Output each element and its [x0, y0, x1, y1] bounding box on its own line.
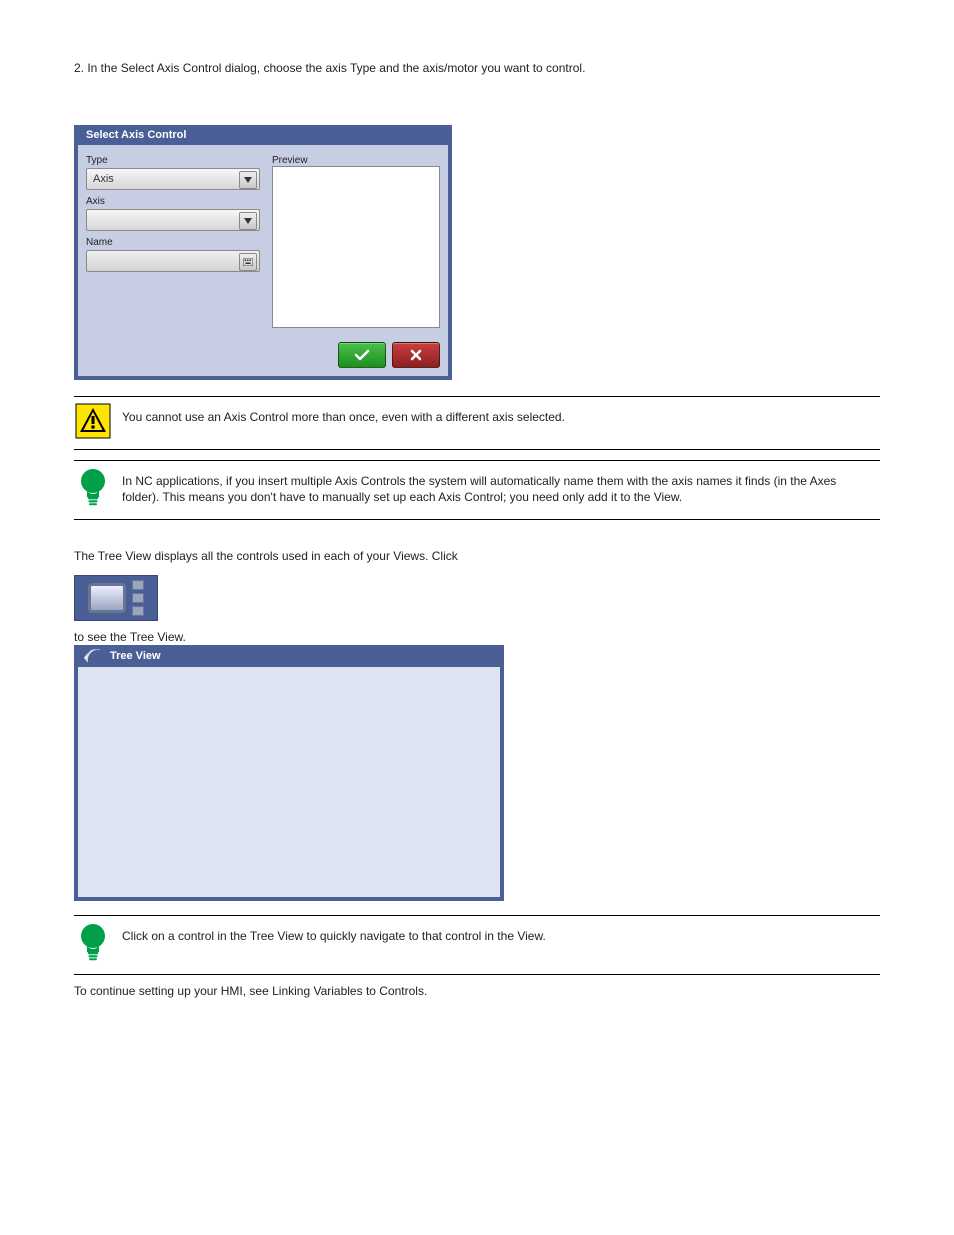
keyboard-icon[interactable] — [239, 253, 257, 271]
type-select-value: Axis — [93, 173, 114, 185]
dialog-titlebar: Select Axis Control — [78, 125, 448, 145]
intro-text: 2. In the Select Axis Control dialog, ch… — [74, 60, 880, 77]
name-label: Name — [86, 237, 260, 248]
lightbulb-icon — [74, 467, 112, 509]
dialog-title: Select Axis Control — [86, 129, 186, 141]
tree-view-title: Tree View — [110, 650, 161, 662]
preview-label: Preview — [272, 155, 440, 166]
axis-field: Axis — [86, 196, 260, 231]
preview-pane — [272, 166, 440, 328]
name-field: Name — [86, 237, 260, 272]
tip-text-1: In NC applications, if you insert multip… — [122, 467, 880, 505]
chevron-down-icon[interactable] — [239, 171, 257, 189]
tree-view-button-icon — [74, 575, 158, 621]
chevron-down-icon[interactable] — [239, 212, 257, 230]
ok-button[interactable] — [338, 342, 386, 368]
select-axis-control-dialog: Select Axis Control Type Axis Axis — [74, 125, 452, 380]
warning-callout: You cannot use an Axis Control more than… — [74, 396, 880, 450]
tip-callout-2: Click on a control in the Tree View to q… — [74, 915, 880, 975]
treeview-lead: The Tree View displays all the controls … — [74, 548, 880, 565]
warning-text: You cannot use an Axis Control more than… — [122, 403, 880, 425]
closing-text: To continue setting up your HMI, see Lin… — [74, 983, 880, 1000]
treeview-lead-after: to see the Tree View. — [74, 629, 880, 646]
tip-callout-1: In NC applications, if you insert multip… — [74, 460, 880, 520]
tree-view-body — [78, 667, 500, 897]
type-field: Type Axis — [86, 155, 260, 190]
back-arrow-icon[interactable] — [82, 647, 104, 665]
tree-view-titlebar: Tree View — [78, 645, 500, 667]
warning-icon — [74, 403, 112, 439]
tree-view-dialog: Tree View — [74, 645, 504, 901]
lightbulb-icon — [74, 922, 112, 964]
name-input[interactable] — [86, 250, 260, 272]
axis-label: Axis — [86, 196, 260, 207]
axis-select[interactable] — [86, 209, 260, 231]
type-select[interactable]: Axis — [86, 168, 260, 190]
tip-text-2: Click on a control in the Tree View to q… — [122, 922, 880, 944]
cancel-button[interactable] — [392, 342, 440, 368]
type-label: Type — [86, 155, 260, 166]
